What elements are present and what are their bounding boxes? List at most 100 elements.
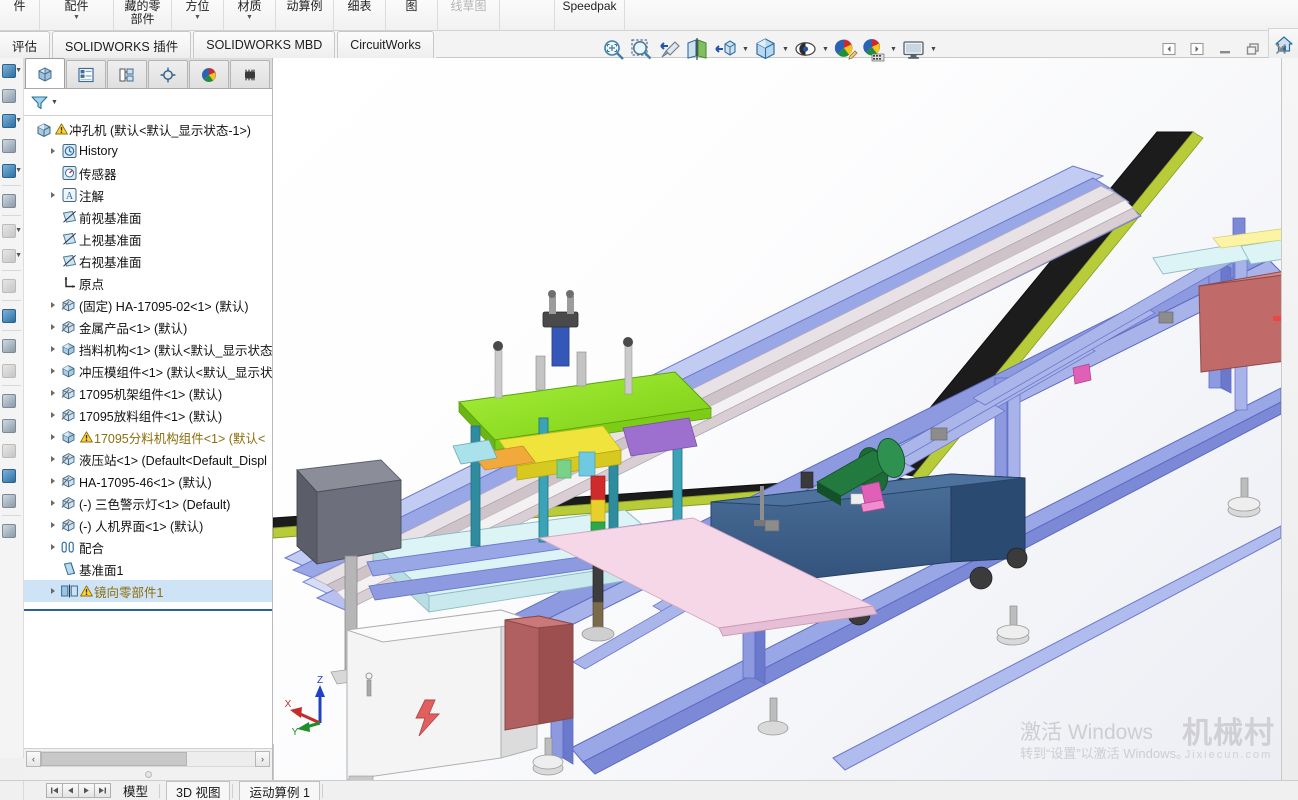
display-manager-tab[interactable] xyxy=(189,60,229,88)
chevron-down-icon[interactable]: ▼ xyxy=(820,36,831,63)
expand-arrow-icon[interactable] xyxy=(46,412,59,418)
edge-toolbar-item[interactable] xyxy=(0,358,23,383)
tab-motion-study-1[interactable]: 运动算例 1 xyxy=(239,781,320,800)
section-view-button[interactable] xyxy=(684,36,711,63)
panel-resize-grip[interactable] xyxy=(24,768,272,780)
restore-button[interactable] xyxy=(1242,38,1264,60)
chevron-down-icon[interactable]: ▼ xyxy=(15,252,22,259)
task-pane[interactable] xyxy=(1281,58,1298,780)
tree-item-mirror-components-1[interactable]: 镜向零部件1 xyxy=(24,580,272,602)
ribbon-button-speedpak[interactable]: Speedpak xyxy=(555,0,625,30)
expand-arrow-icon[interactable] xyxy=(46,544,59,550)
tab-circuitworks[interactable]: CircuitWorks xyxy=(337,31,434,58)
expand-arrow-icon[interactable] xyxy=(46,390,59,396)
expand-arrow-icon[interactable] xyxy=(46,324,59,330)
chevron-down-icon[interactable]: ▼ xyxy=(51,99,58,106)
chevron-down-icon[interactable]: ▼ xyxy=(740,36,751,63)
edge-toolbar-item[interactable] xyxy=(0,388,23,413)
tree-item-origin[interactable]: 原点 xyxy=(24,272,272,294)
expand-arrow-icon[interactable] xyxy=(46,456,59,462)
chevron-down-icon[interactable]: ▼ xyxy=(780,36,791,63)
tab-3d-views[interactable]: 3D 视图 xyxy=(166,781,231,800)
tree-item-assembly-root[interactable]: 冲孔机 (默认<默认_显示状态-1>) xyxy=(24,118,272,140)
apply-scene-button[interactable] xyxy=(860,36,887,63)
ribbon-button-5[interactable]: 动算例 xyxy=(276,0,334,30)
expand-arrow-icon[interactable] xyxy=(46,434,59,440)
ribbon-button-4[interactable]: 材质 ▼ xyxy=(224,0,276,30)
edit-appearance-button[interactable] xyxy=(832,36,859,63)
expand-arrow-icon[interactable] xyxy=(46,500,59,506)
nav-last-button[interactable] xyxy=(94,783,111,798)
edge-toolbar-item[interactable] xyxy=(0,188,23,213)
addins-manager-tab[interactable] xyxy=(230,60,270,88)
expand-arrow-icon[interactable] xyxy=(46,148,59,154)
tree-item-history[interactable]: History xyxy=(24,140,272,162)
tab-evaluate[interactable]: 评估 xyxy=(0,31,51,58)
ribbon-button-0[interactable]: 件 xyxy=(0,0,40,30)
edge-toolbar-item[interactable] xyxy=(0,438,23,463)
scroll-right-button[interactable]: › xyxy=(255,750,270,767)
tree-item-front-plane[interactable]: 前视基准面 xyxy=(24,206,272,228)
tree-item-component-hydraulic-station[interactable]: 液压站<1> (Default<Default_Displ xyxy=(24,448,272,470)
close-button[interactable] xyxy=(1270,38,1292,60)
ribbon-button-2[interactable]: 藏的零 部件 xyxy=(114,0,172,30)
edge-toolbar-item[interactable] xyxy=(0,463,23,488)
display-style-button[interactable] xyxy=(752,36,779,63)
zoom-to-fit-button[interactable] xyxy=(600,36,627,63)
edge-toolbar-item[interactable]: ▼ xyxy=(0,218,23,243)
edge-toolbar-item[interactable]: ▼ xyxy=(0,243,23,268)
tree-item-component-stamping-die[interactable]: 冲压模组件<1> (默认<默认_显示状态 xyxy=(24,360,272,382)
chevron-down-icon[interactable]: ▼ xyxy=(194,14,201,21)
tree-item-component-separator-mechanism[interactable]: 17095分料机构组件<1> (默认< xyxy=(24,426,272,448)
ribbon-button-1[interactable]: 配件 ▼ xyxy=(40,0,114,30)
scrollbar-thumb[interactable] xyxy=(41,751,187,766)
tree-item-plane1[interactable]: 基准面1 xyxy=(24,558,272,580)
configuration-manager-tab[interactable] xyxy=(107,60,147,88)
edge-toolbar-item[interactable] xyxy=(0,518,23,543)
tree-item-top-plane[interactable]: 上视基准面 xyxy=(24,228,272,250)
ribbon-button-7[interactable]: 图 xyxy=(386,0,438,30)
expand-arrow-icon[interactable] xyxy=(46,302,59,308)
scroll-left-button[interactable]: ‹ xyxy=(26,750,41,767)
tab-solidworks-mbd[interactable]: SOLIDWORKS MBD xyxy=(193,31,336,58)
chevron-down-icon[interactable]: ▼ xyxy=(928,36,939,63)
expand-arrow-icon[interactable] xyxy=(46,346,59,352)
edge-toolbar-item[interactable] xyxy=(0,488,23,513)
ribbon-button-6[interactable]: 细表 xyxy=(334,0,386,30)
edge-toolbar-item[interactable]: ▼ xyxy=(0,58,23,83)
chevron-down-icon[interactable]: ▼ xyxy=(15,117,22,124)
model-3d-view[interactable] xyxy=(273,58,1281,780)
graphics-viewport[interactable]: Z X Y 激活 Windows 转到“设置”以激活 Windows。 机械村 … xyxy=(273,58,1281,780)
nav-prev-button[interactable] xyxy=(62,783,79,798)
tree-item-sensors[interactable]: 传感器 xyxy=(24,162,272,184)
edge-toolbar-item[interactable] xyxy=(0,133,23,158)
property-manager-tab[interactable] xyxy=(66,60,106,88)
tree-item-component-stop-mechanism[interactable]: 挡料机构<1> (默认<默认_显示状态- xyxy=(24,338,272,360)
feature-tree-horizontal-scrollbar[interactable]: ‹ › xyxy=(24,748,272,768)
view-orientation-button[interactable] xyxy=(712,36,739,63)
zoom-to-area-button[interactable] xyxy=(628,36,655,63)
expand-arrow-icon[interactable] xyxy=(46,478,59,484)
collapse-right-panel-button[interactable] xyxy=(1186,38,1208,60)
tree-item-component-metal-product[interactable]: 金属产品<1> (默认) xyxy=(24,316,272,338)
edge-toolbar-item[interactable] xyxy=(0,83,23,108)
previous-view-button[interactable] xyxy=(656,36,683,63)
chevron-down-icon[interactable]: ▼ xyxy=(15,227,22,234)
nav-first-button[interactable] xyxy=(46,783,63,798)
edge-toolbar-item[interactable] xyxy=(0,303,23,328)
edge-toolbar-item[interactable] xyxy=(0,413,23,438)
view-settings-button[interactable] xyxy=(900,36,927,63)
ribbon-button-3[interactable]: 方位 ▼ xyxy=(172,0,224,30)
feature-manager-tab[interactable] xyxy=(25,58,65,88)
edge-toolbar-item[interactable]: ▼ xyxy=(0,158,23,183)
edge-toolbar-item[interactable] xyxy=(0,273,23,298)
collapse-left-panel-button[interactable] xyxy=(1158,38,1180,60)
chevron-down-icon[interactable]: ▼ xyxy=(888,36,899,63)
chevron-down-icon[interactable]: ▼ xyxy=(15,167,22,174)
tree-item-right-plane[interactable]: 右视基准面 xyxy=(24,250,272,272)
expand-arrow-icon[interactable] xyxy=(46,588,59,594)
feature-tree-filter-bar[interactable]: ▼ xyxy=(24,89,272,116)
tree-item-mates-folder[interactable]: 配合 xyxy=(24,536,272,558)
hide-show-items-button[interactable] xyxy=(792,36,819,63)
tab-solidworks-addins[interactable]: SOLIDWORKS 插件 xyxy=(52,31,192,58)
